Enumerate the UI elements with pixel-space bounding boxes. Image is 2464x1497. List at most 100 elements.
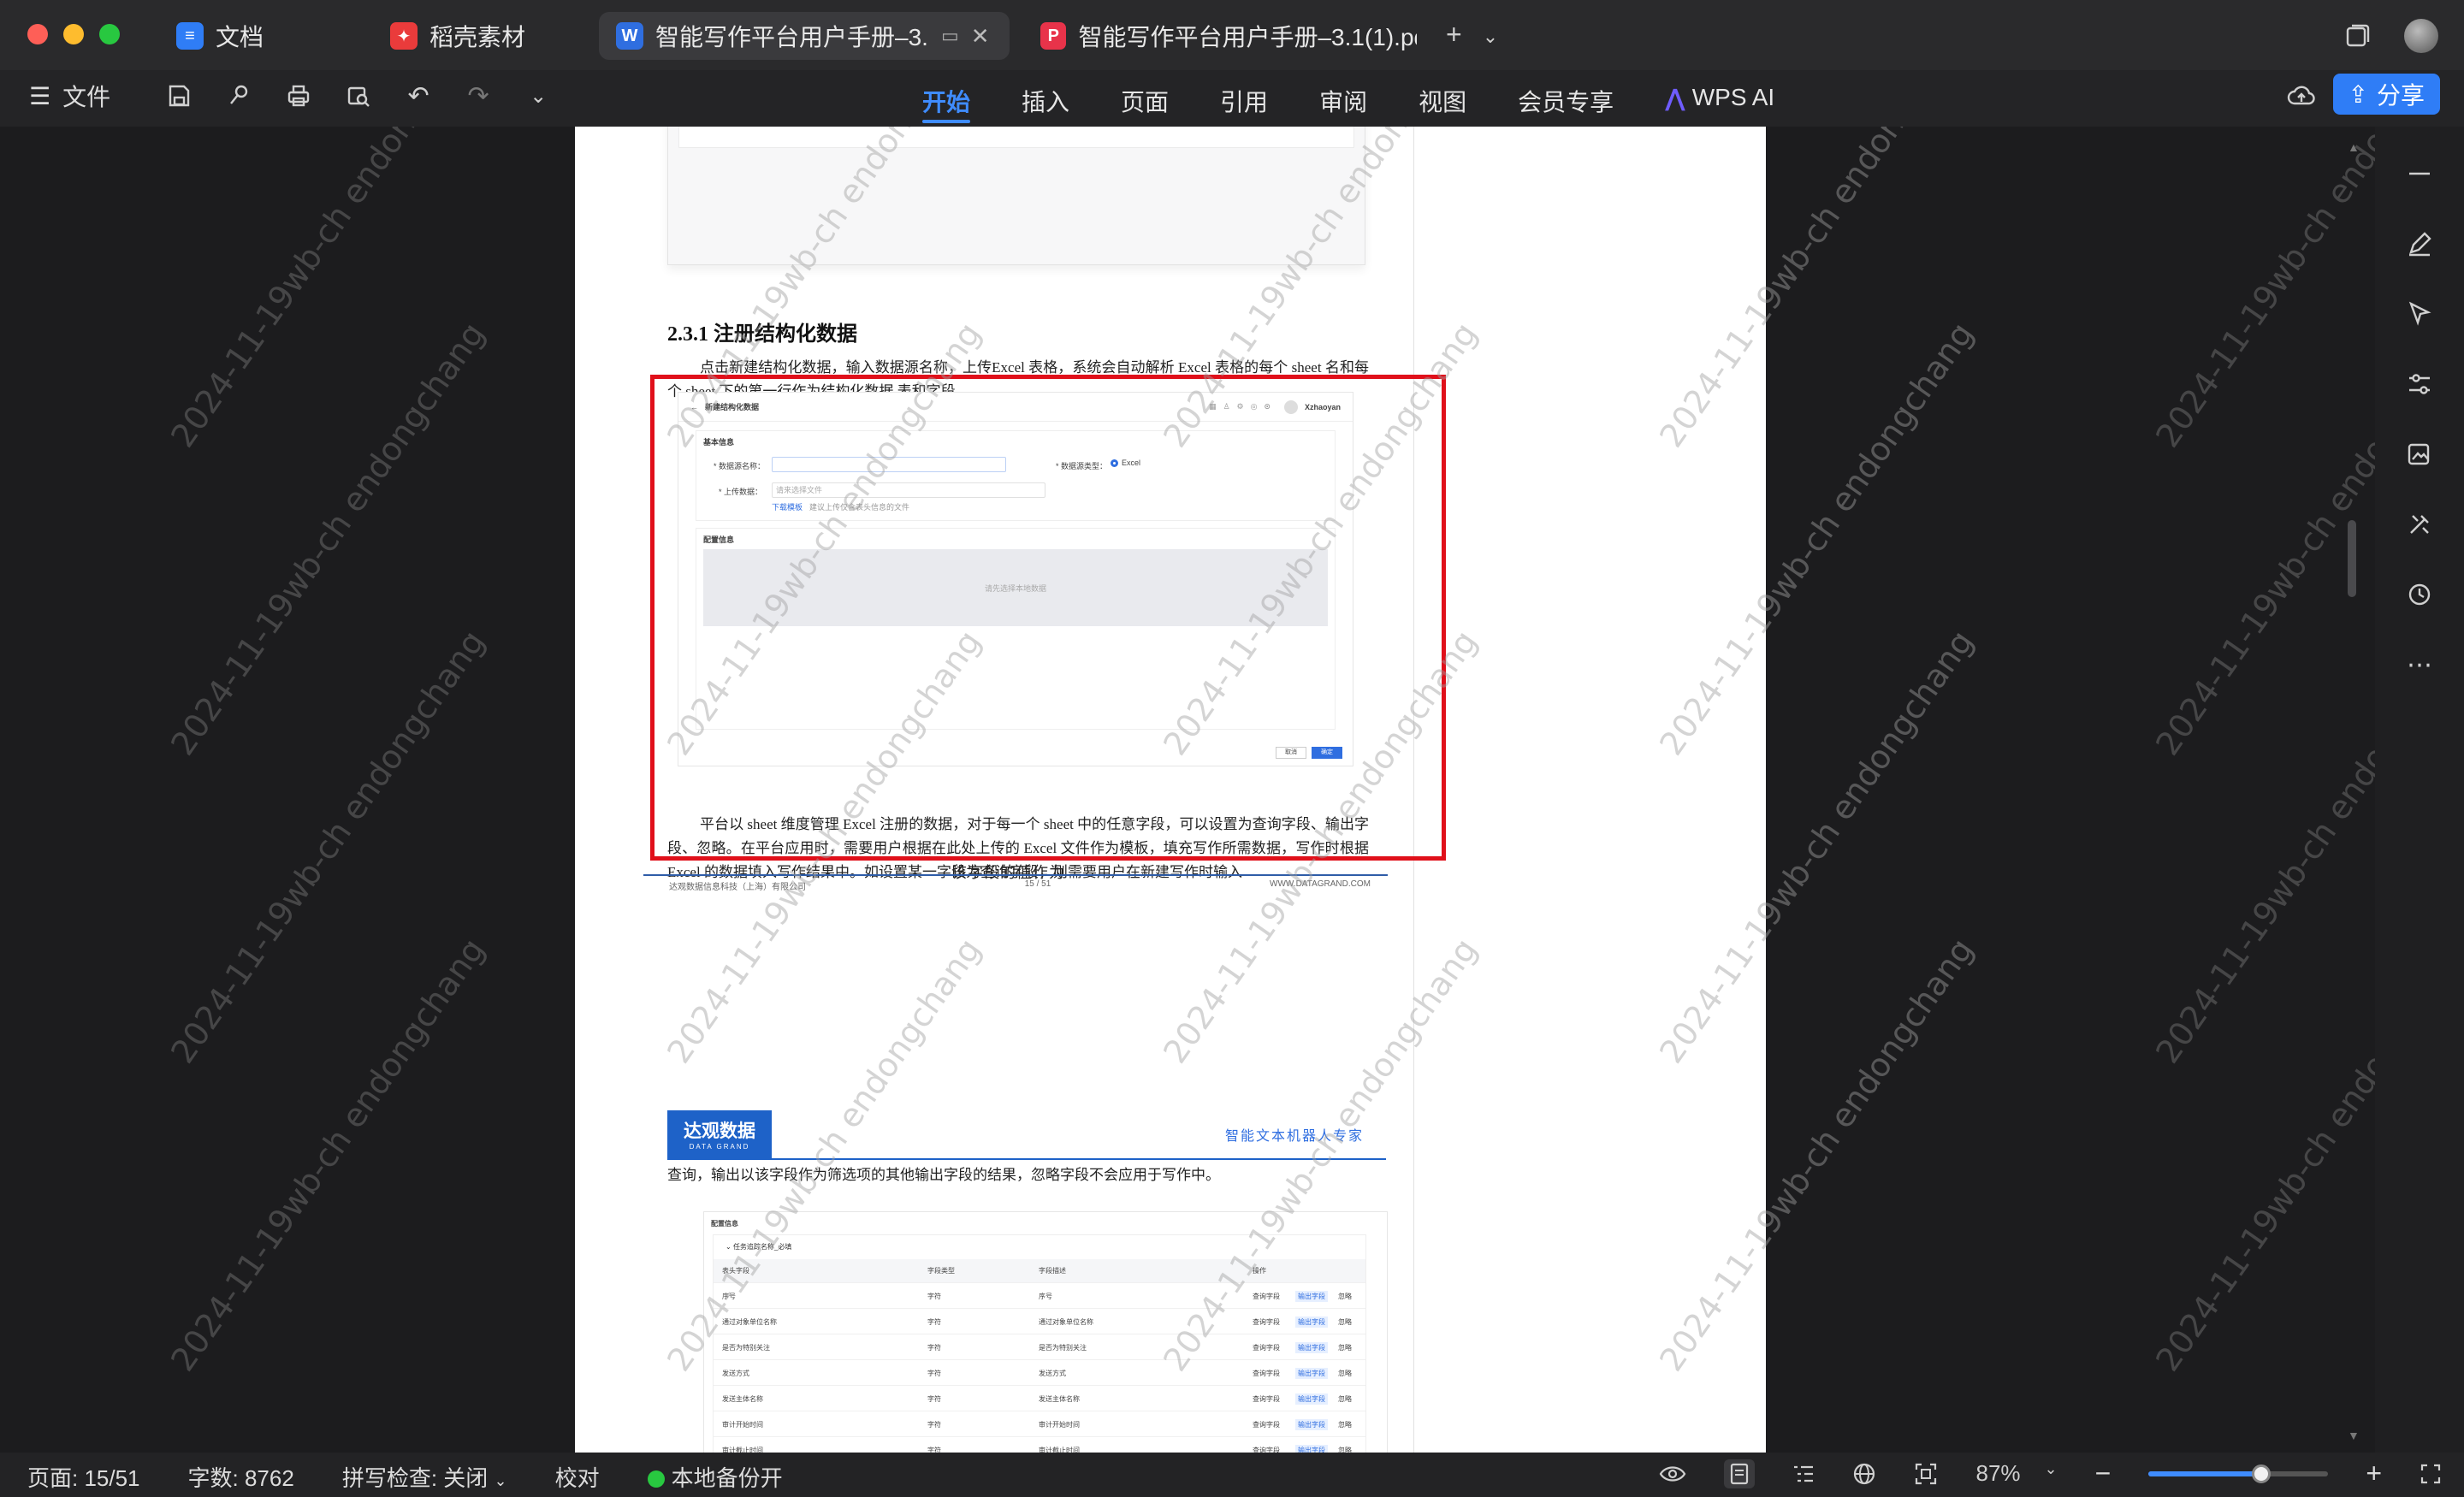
pen-icon[interactable] — [2400, 224, 2439, 263]
proofread-button[interactable]: 校对 — [555, 1461, 600, 1493]
scroll-down-icon[interactable]: ▼ — [2348, 1429, 2360, 1442]
web-view-icon[interactable] — [1852, 1462, 1876, 1486]
backup-status[interactable]: 本地备份开 — [647, 1461, 783, 1493]
row-action: 查询字段 — [1253, 1318, 1280, 1326]
tab-references[interactable]: 引用 — [1194, 79, 1294, 123]
table-row: 序号 字符 序号 查询字段 输出字段 忽略 — [714, 1285, 1365, 1309]
tab-bar: ≡ 文档 ✦ 稻壳素材 W 智能写作平台用户手册–3.1(1 ▭ ✕ P 智能写… — [0, 0, 2464, 70]
tab-start[interactable]: 开始 — [897, 79, 996, 123]
print-icon[interactable] — [281, 79, 316, 113]
focus-mode-icon[interactable] — [1914, 1462, 1938, 1486]
table-cell: 发送主体名称 — [1039, 1395, 1080, 1403]
watermark: 2024-11-19wb-ch endongchang — [163, 932, 493, 1378]
zoom-in-icon[interactable]: + — [2366, 1458, 2382, 1489]
watermark: 2024-11-19wb-ch endongchang — [163, 624, 493, 1070]
close-tab-icon[interactable]: ✕ — [971, 23, 990, 50]
adjust-icon[interactable] — [2400, 364, 2439, 404]
collapse-icon[interactable] — [2400, 154, 2439, 193]
more-icon[interactable]: ⋯ — [2400, 645, 2439, 684]
tab-daoke[interactable]: ✦ 稻壳素材 — [373, 12, 578, 60]
cloud-sync-icon[interactable] — [2284, 79, 2319, 113]
window-mode-icon[interactable] — [2344, 23, 2370, 49]
undo-icon[interactable]: ↶ — [401, 79, 435, 113]
row-action: 输出字段 — [1295, 1419, 1328, 1430]
file-menu-button[interactable]: ☰ 文件 — [29, 79, 110, 113]
row-action: 输出字段 — [1295, 1342, 1328, 1353]
redo-icon[interactable]: ↷ — [461, 79, 495, 113]
brand-logo: 达观数据 DATA GRAND — [667, 1110, 772, 1158]
scroll-up-icon[interactable]: ▲ — [2348, 140, 2360, 154]
main-toolbar: ☰ 文件 ↶ ↷ ⌄ 开始 插入 页面 引用 审阅 视图 会员专享 ⋀ WPS … — [0, 70, 2464, 127]
page-view-icon[interactable] — [1724, 1459, 1756, 1488]
tab-member[interactable]: 会员专享 — [1492, 79, 1639, 123]
format-painter-icon[interactable] — [222, 79, 256, 113]
footer-page-number: 15 / 51 — [1024, 879, 1051, 889]
outline-view-icon[interactable] — [1792, 1464, 1815, 1484]
vertical-scrollbar[interactable]: ▲ ▼ — [2341, 127, 2365, 1453]
chevron-down-icon[interactable]: ⌄ — [521, 79, 555, 113]
table-row: 通过对象单位名称 字符 通过对象单位名称 查询字段 输出字段 忽略 — [714, 1311, 1365, 1334]
zoom-select[interactable]: 87% ⌄ — [1975, 1460, 2057, 1487]
chevron-down-icon: ⌄ — [494, 1472, 507, 1489]
document-page[interactable]: 达观数据 DATA GRAND 智能文本机器人专家 查询，输出以该字段作为筛选项… — [575, 1057, 1766, 1453]
pdf-icon: P — [1040, 22, 1067, 50]
row-action: 输出字段 — [1295, 1393, 1328, 1405]
chevron-down-icon[interactable]: ⌄ — [1483, 19, 1498, 50]
row-action: 输出字段 — [1295, 1317, 1328, 1328]
table-cell: 通过对象单位名称 — [1039, 1318, 1093, 1326]
zoom-slider-fill — [2148, 1470, 2262, 1476]
scroll-thumb[interactable] — [2348, 520, 2356, 597]
cursor-icon[interactable] — [2400, 294, 2439, 334]
row-action: 忽略 — [1338, 1447, 1352, 1453]
zoom-out-icon[interactable]: − — [2095, 1458, 2112, 1489]
footer-divider — [643, 874, 1388, 876]
table-cell: 通过对象单位名称 — [722, 1318, 777, 1326]
share-button[interactable]: ⇪ 分享 — [2332, 74, 2440, 115]
column-header: 字段描述 — [1039, 1267, 1066, 1275]
paragraph-3: 查询，输出以该字段作为筛选项的其他输出字段的结果，忽略字段不会应用于写作中。 — [667, 1167, 1220, 1183]
fullscreen-icon[interactable] — [2420, 1463, 2442, 1485]
column-header: 字段类型 — [927, 1267, 955, 1275]
tab-insert[interactable]: 插入 — [996, 79, 1095, 123]
minimize-window-button[interactable] — [63, 24, 84, 44]
tab-word-doc[interactable]: W 智能写作平台用户手册–3.1(1 ▭ ✕ — [599, 12, 1010, 60]
row-action: 忽略 — [1338, 1370, 1352, 1377]
zoom-slider[interactable] — [2148, 1464, 2329, 1483]
avatar[interactable] — [2404, 19, 2438, 53]
maximize-window-button[interactable] — [99, 24, 120, 44]
image-edit-icon[interactable] — [2400, 435, 2439, 474]
row-action: 输出字段 — [1295, 1291, 1328, 1302]
row-action: 查询字段 — [1253, 1447, 1280, 1453]
zoom-slider-handle[interactable] — [2252, 1464, 2272, 1483]
table-cell: 审计截止时间 — [1039, 1447, 1080, 1453]
brand-name: 达观数据 — [684, 1121, 755, 1141]
document-canvas[interactable]: 2.3.1 注册结构化数据 点击新建结构化数据，输入数据源名称，上传Excel … — [0, 127, 2396, 1453]
save-icon[interactable] — [162, 79, 196, 113]
footer-website: WWW.DATAGRAND.COM — [1270, 879, 1371, 889]
row-action: 输出字段 — [1295, 1445, 1328, 1453]
document-page[interactable]: 2.3.1 注册结构化数据 点击新建结构化数据，输入数据源名称，上传Excel … — [575, 127, 1766, 1163]
page-indicator[interactable]: 页面: 15/51 — [27, 1461, 140, 1493]
tab-view[interactable]: 视图 — [1393, 79, 1492, 123]
tools-icon[interactable] — [2400, 505, 2439, 544]
tab-wps-ai[interactable]: ⋀ WPS AI — [1639, 79, 1800, 123]
tab-docs[interactable]: ≡ 文档 — [159, 12, 356, 60]
eye-icon[interactable] — [1659, 1464, 1686, 1484]
header-divider — [667, 1158, 1386, 1160]
table-cell: 字符 — [927, 1318, 941, 1326]
print-preview-icon[interactable] — [341, 79, 376, 113]
column-header: 表头字段 — [722, 1267, 749, 1275]
tab-review[interactable]: 审阅 — [1294, 79, 1393, 123]
share-label: 分享 — [2376, 82, 2425, 109]
tab-label: 智能写作平台用户手册–3.1(1).pdf — [1078, 24, 1417, 50]
new-tab-icon[interactable]: + — [1446, 19, 1462, 50]
spell-check-toggle[interactable]: 拼写检查: 关闭 ⌄ — [342, 1461, 507, 1493]
history-icon[interactable] — [2400, 575, 2439, 614]
close-window-button[interactable] — [27, 24, 48, 44]
screen-icon[interactable]: ▭ — [941, 25, 959, 47]
row-action: 查询字段 — [1253, 1344, 1280, 1352]
tab-tools: + ⌄ — [1446, 19, 1498, 50]
word-count[interactable]: 字数: 8762 — [188, 1461, 294, 1493]
tab-pdf[interactable]: P 智能写作平台用户手册–3.1(1).pdf — [1023, 12, 1434, 60]
tab-page[interactable]: 页面 — [1095, 79, 1194, 123]
